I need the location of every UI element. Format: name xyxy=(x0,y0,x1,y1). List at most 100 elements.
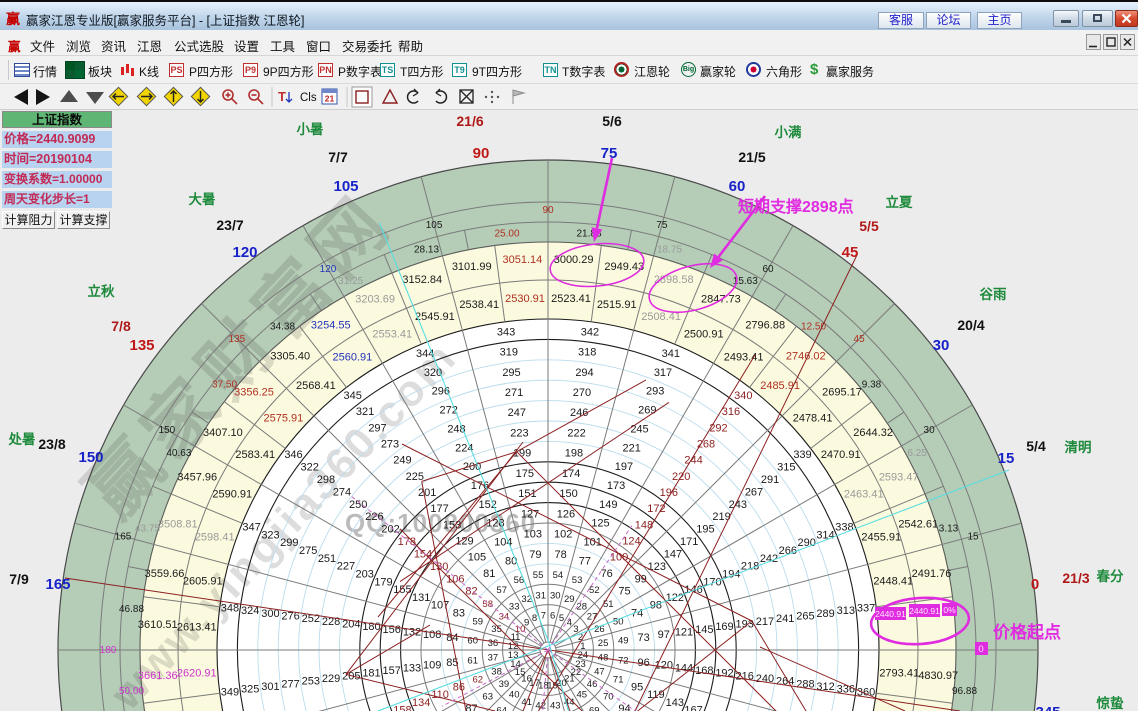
svg-text:289: 289 xyxy=(816,608,834,620)
svg-text:25: 25 xyxy=(598,638,609,649)
svg-text:2542.61: 2542.61 xyxy=(898,519,938,531)
svg-text:5: 5 xyxy=(559,613,564,624)
svg-text:197: 197 xyxy=(615,461,633,473)
svg-text:315: 315 xyxy=(777,462,795,474)
svg-text:0: 0 xyxy=(978,644,983,655)
svg-text:292: 292 xyxy=(709,422,727,434)
svg-text:2470.91: 2470.91 xyxy=(821,449,861,461)
svg-text:2605.91: 2605.91 xyxy=(183,576,223,588)
svg-text:339: 339 xyxy=(793,449,811,461)
svg-text:3407.10: 3407.10 xyxy=(203,427,243,439)
svg-text:2575.91: 2575.91 xyxy=(264,412,304,424)
svg-text:173: 173 xyxy=(607,480,625,492)
svg-text:129: 129 xyxy=(455,536,473,548)
svg-text:133: 133 xyxy=(403,662,421,674)
svg-text:81: 81 xyxy=(483,568,495,580)
svg-text:79: 79 xyxy=(529,549,541,561)
svg-text:惊蛰: 惊蛰 xyxy=(1096,695,1125,711)
svg-text:3559.66: 3559.66 xyxy=(145,568,185,580)
svg-text:45: 45 xyxy=(842,244,859,261)
svg-text:322: 322 xyxy=(301,462,319,474)
svg-text:2568.41: 2568.41 xyxy=(296,380,336,392)
svg-text:324: 324 xyxy=(241,605,259,617)
svg-text:150: 150 xyxy=(78,449,103,466)
svg-text:21/5: 21/5 xyxy=(738,149,765,165)
svg-text:2545.91: 2545.91 xyxy=(415,311,455,323)
svg-text:36: 36 xyxy=(488,638,499,649)
svg-text:229: 229 xyxy=(322,673,340,685)
svg-text:177: 177 xyxy=(430,503,448,515)
svg-text:268: 268 xyxy=(697,438,715,450)
svg-text:168: 168 xyxy=(695,665,713,677)
svg-text:249: 249 xyxy=(393,455,411,467)
svg-text:49: 49 xyxy=(618,636,629,647)
svg-text:3457.96: 3457.96 xyxy=(177,472,217,484)
svg-text:46.88: 46.88 xyxy=(119,604,144,615)
svg-text:340: 340 xyxy=(734,390,752,402)
svg-text:2613.41: 2613.41 xyxy=(177,621,217,633)
svg-text:大暑: 大暑 xyxy=(189,191,216,207)
svg-text:345: 345 xyxy=(344,390,362,402)
svg-text:T: T xyxy=(278,89,286,104)
svg-text:175: 175 xyxy=(516,468,534,480)
svg-text:125: 125 xyxy=(591,518,609,530)
svg-text:150: 150 xyxy=(159,425,176,436)
svg-text:2553.41: 2553.41 xyxy=(372,329,412,341)
svg-text:323: 323 xyxy=(261,529,279,541)
svg-text:39: 39 xyxy=(499,679,510,690)
svg-text:30: 30 xyxy=(550,590,561,601)
svg-text:26: 26 xyxy=(594,624,605,635)
svg-text:0: 0 xyxy=(1031,576,1039,593)
svg-text:3: 3 xyxy=(573,624,578,635)
svg-text:3508.81: 3508.81 xyxy=(158,519,198,531)
svg-text:120: 120 xyxy=(320,264,337,275)
svg-text:47: 47 xyxy=(594,667,605,678)
svg-text:346: 346 xyxy=(284,449,302,461)
svg-text:3203.69: 3203.69 xyxy=(355,294,395,306)
svg-text:谷雨: 谷雨 xyxy=(980,287,1008,302)
svg-text:34: 34 xyxy=(499,612,510,623)
svg-text:265: 265 xyxy=(796,611,814,623)
svg-text:73: 73 xyxy=(637,632,649,644)
svg-text:274: 274 xyxy=(333,486,351,498)
svg-text:21/6: 21/6 xyxy=(456,113,483,129)
svg-text:75: 75 xyxy=(656,220,668,231)
svg-text:2590.91: 2590.91 xyxy=(212,489,252,501)
svg-text:313: 313 xyxy=(837,605,855,617)
svg-text:28.13: 28.13 xyxy=(414,245,439,256)
svg-text:195: 195 xyxy=(696,524,714,536)
svg-text:299: 299 xyxy=(280,537,298,549)
svg-text:2523.41: 2523.41 xyxy=(551,293,591,305)
svg-text:155: 155 xyxy=(393,584,411,596)
svg-text:57: 57 xyxy=(496,585,507,596)
svg-text:90: 90 xyxy=(473,145,490,162)
svg-text:2440.91: 2440.91 xyxy=(875,609,906,619)
svg-text:59: 59 xyxy=(473,616,484,627)
svg-text:2500.91: 2500.91 xyxy=(684,329,724,341)
svg-text:205: 205 xyxy=(342,670,360,682)
svg-text:148: 148 xyxy=(635,519,653,531)
svg-text:58: 58 xyxy=(482,599,493,610)
svg-text:30: 30 xyxy=(924,425,936,436)
svg-text:23/8: 23/8 xyxy=(38,436,65,452)
svg-text:171: 171 xyxy=(680,536,698,548)
svg-text:31: 31 xyxy=(535,590,546,601)
svg-text:158: 158 xyxy=(393,705,411,711)
svg-text:226: 226 xyxy=(365,511,383,523)
svg-text:90: 90 xyxy=(542,205,554,216)
svg-text:立夏: 立夏 xyxy=(886,194,914,210)
svg-text:337: 337 xyxy=(857,603,875,615)
svg-text:147: 147 xyxy=(664,549,682,561)
svg-text:45: 45 xyxy=(854,334,866,345)
svg-text:128: 128 xyxy=(486,518,504,530)
svg-text:343: 343 xyxy=(497,326,515,338)
svg-text:217: 217 xyxy=(756,616,774,628)
svg-text:62: 62 xyxy=(473,675,484,686)
svg-text:30: 30 xyxy=(933,337,950,354)
svg-text:201: 201 xyxy=(418,487,436,499)
svg-text:29: 29 xyxy=(564,594,575,605)
svg-text:33: 33 xyxy=(509,601,520,612)
svg-text:28: 28 xyxy=(577,601,588,612)
svg-text:275: 275 xyxy=(299,545,317,557)
svg-text:347: 347 xyxy=(242,522,260,534)
